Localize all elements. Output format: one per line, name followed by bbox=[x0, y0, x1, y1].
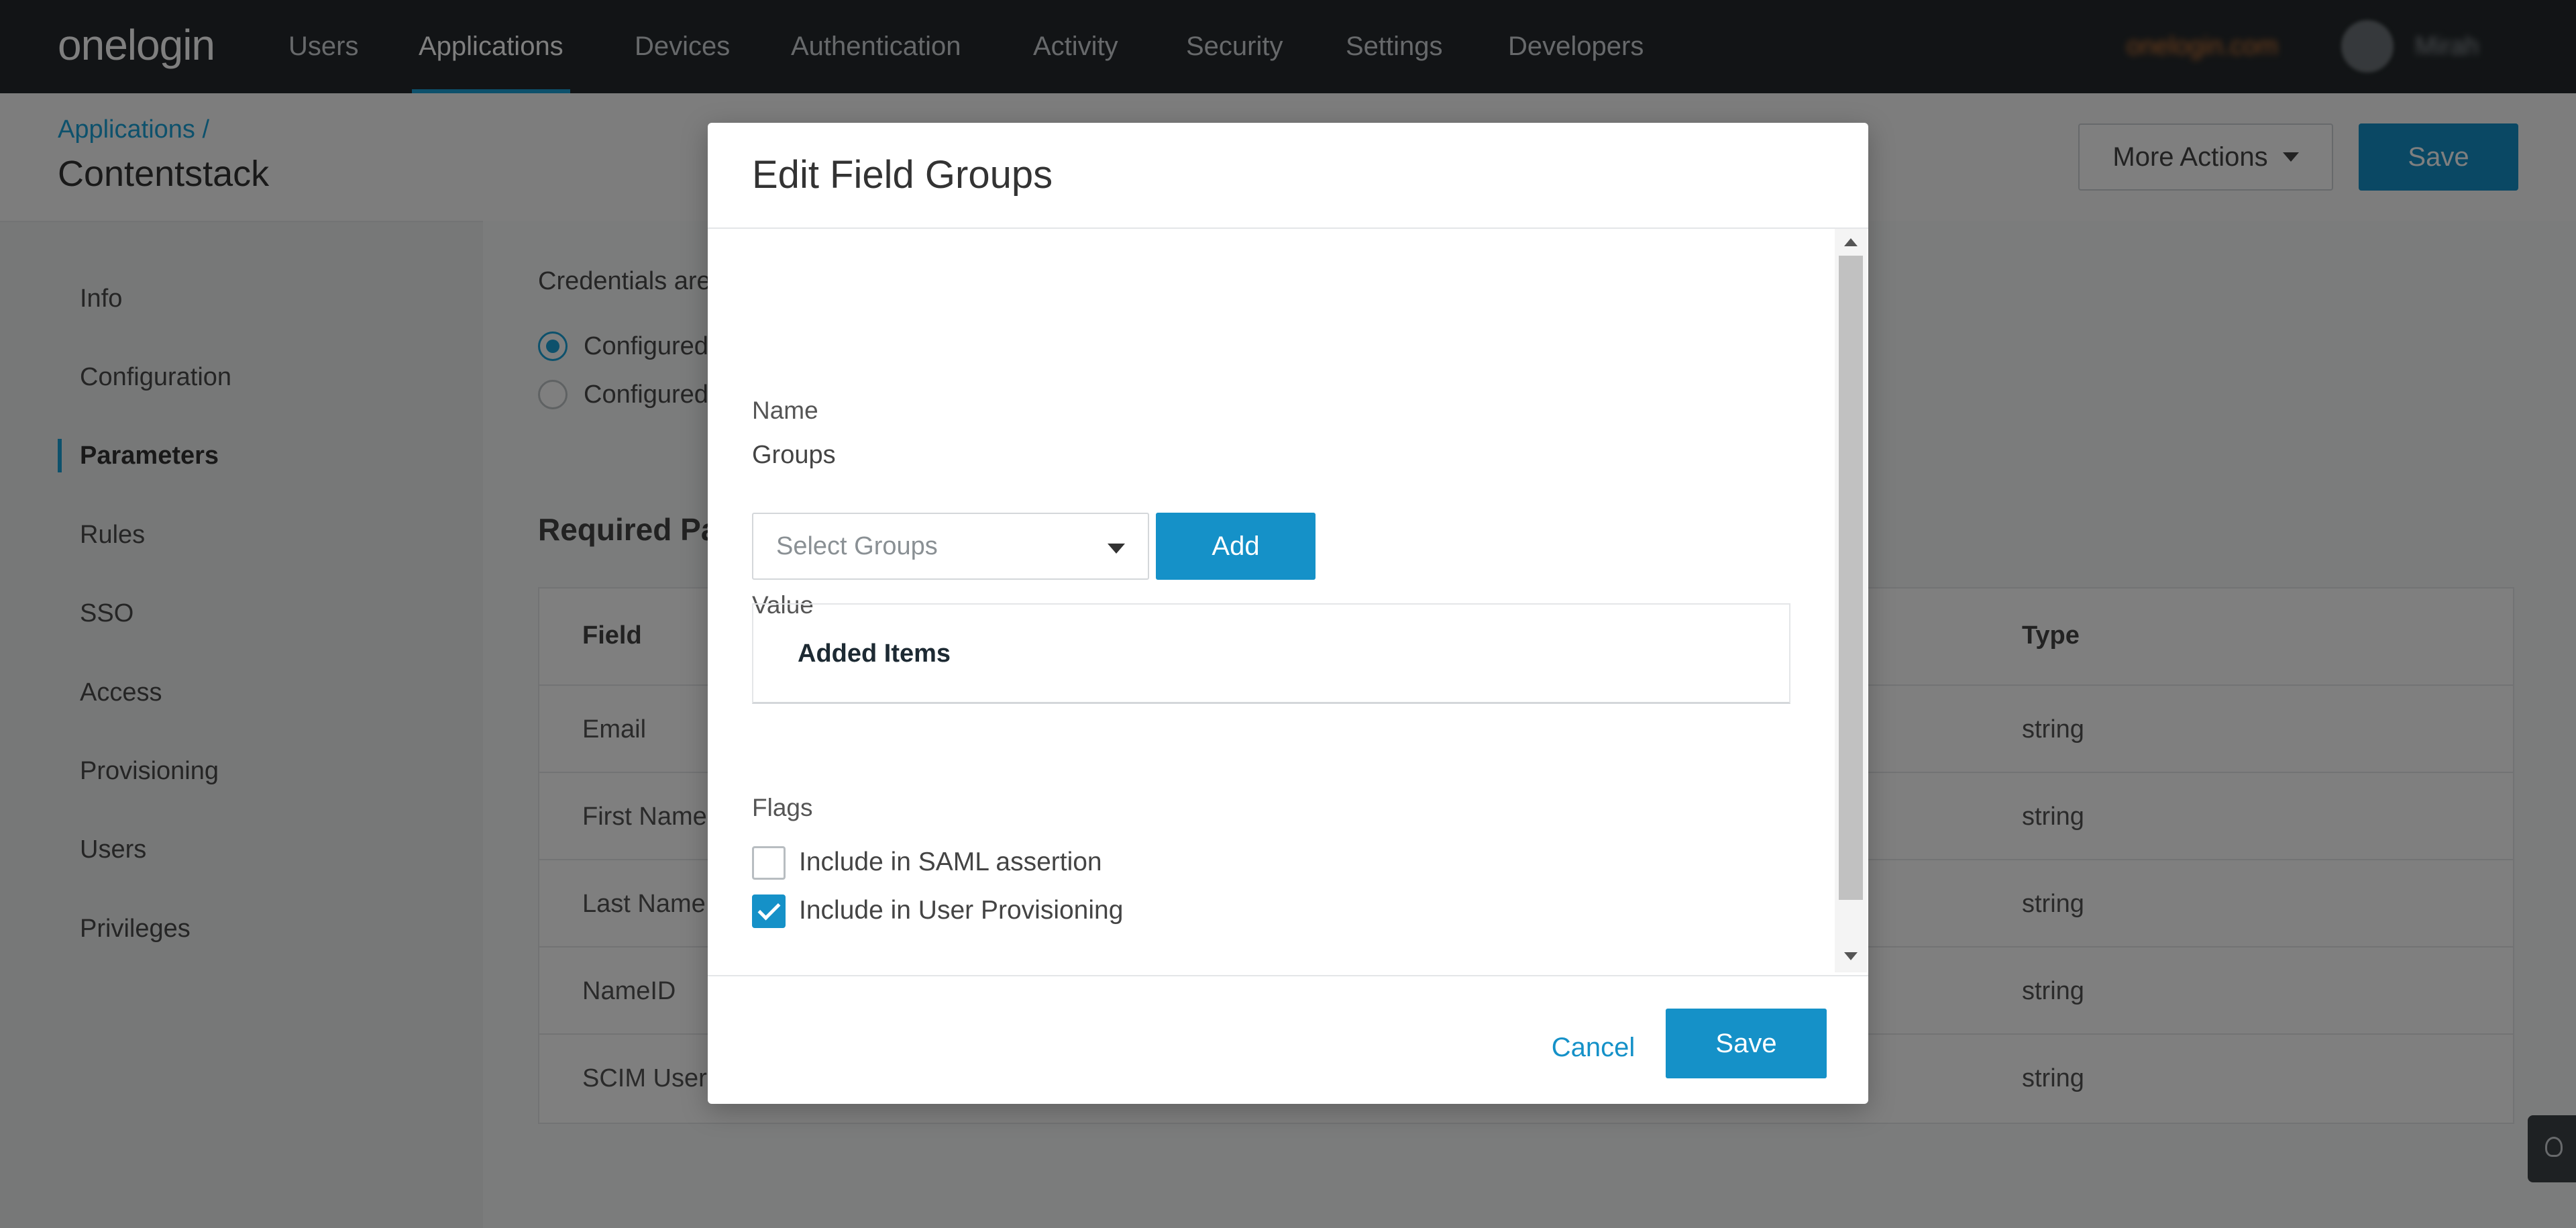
flags-label: Flags bbox=[752, 794, 813, 821]
scroll-thumb[interactable] bbox=[1839, 256, 1863, 900]
dialog-scrollbar[interactable] bbox=[1835, 229, 1867, 972]
dialog-footer: Cancel Save bbox=[708, 975, 1868, 1105]
saml-assertion-checkbox[interactable] bbox=[752, 846, 786, 880]
user-provisioning-label[interactable]: Include in User Provisioning bbox=[799, 896, 1123, 925]
select-groups-dropdown[interactable]: Select Groups bbox=[752, 513, 1149, 580]
scroll-down-arrow-icon[interactable] bbox=[1844, 952, 1858, 960]
dialog-header: Edit Field Groups bbox=[708, 123, 1868, 229]
cancel-button[interactable]: Cancel bbox=[1506, 1014, 1680, 1081]
saml-assertion-label[interactable]: Include in SAML assertion bbox=[799, 848, 1102, 877]
name-label: Name bbox=[752, 397, 818, 424]
dialog-title: Edit Field Groups bbox=[752, 153, 1053, 197]
scroll-up-arrow-icon[interactable] bbox=[1844, 238, 1858, 246]
added-items-panel: Added Items bbox=[752, 603, 1790, 704]
user-provisioning-checkbox[interactable] bbox=[752, 894, 786, 928]
name-value: Groups bbox=[752, 441, 836, 469]
select-groups-placeholder: Select Groups bbox=[776, 531, 938, 560]
add-button[interactable]: Add bbox=[1156, 513, 1316, 580]
added-items-title: Added Items bbox=[798, 639, 951, 668]
caret-down-icon bbox=[1108, 544, 1125, 554]
save-button[interactable]: Save bbox=[1666, 1009, 1827, 1078]
edit-field-groups-dialog: Edit Field Groups Name Groups Value Sele… bbox=[708, 123, 1868, 1104]
